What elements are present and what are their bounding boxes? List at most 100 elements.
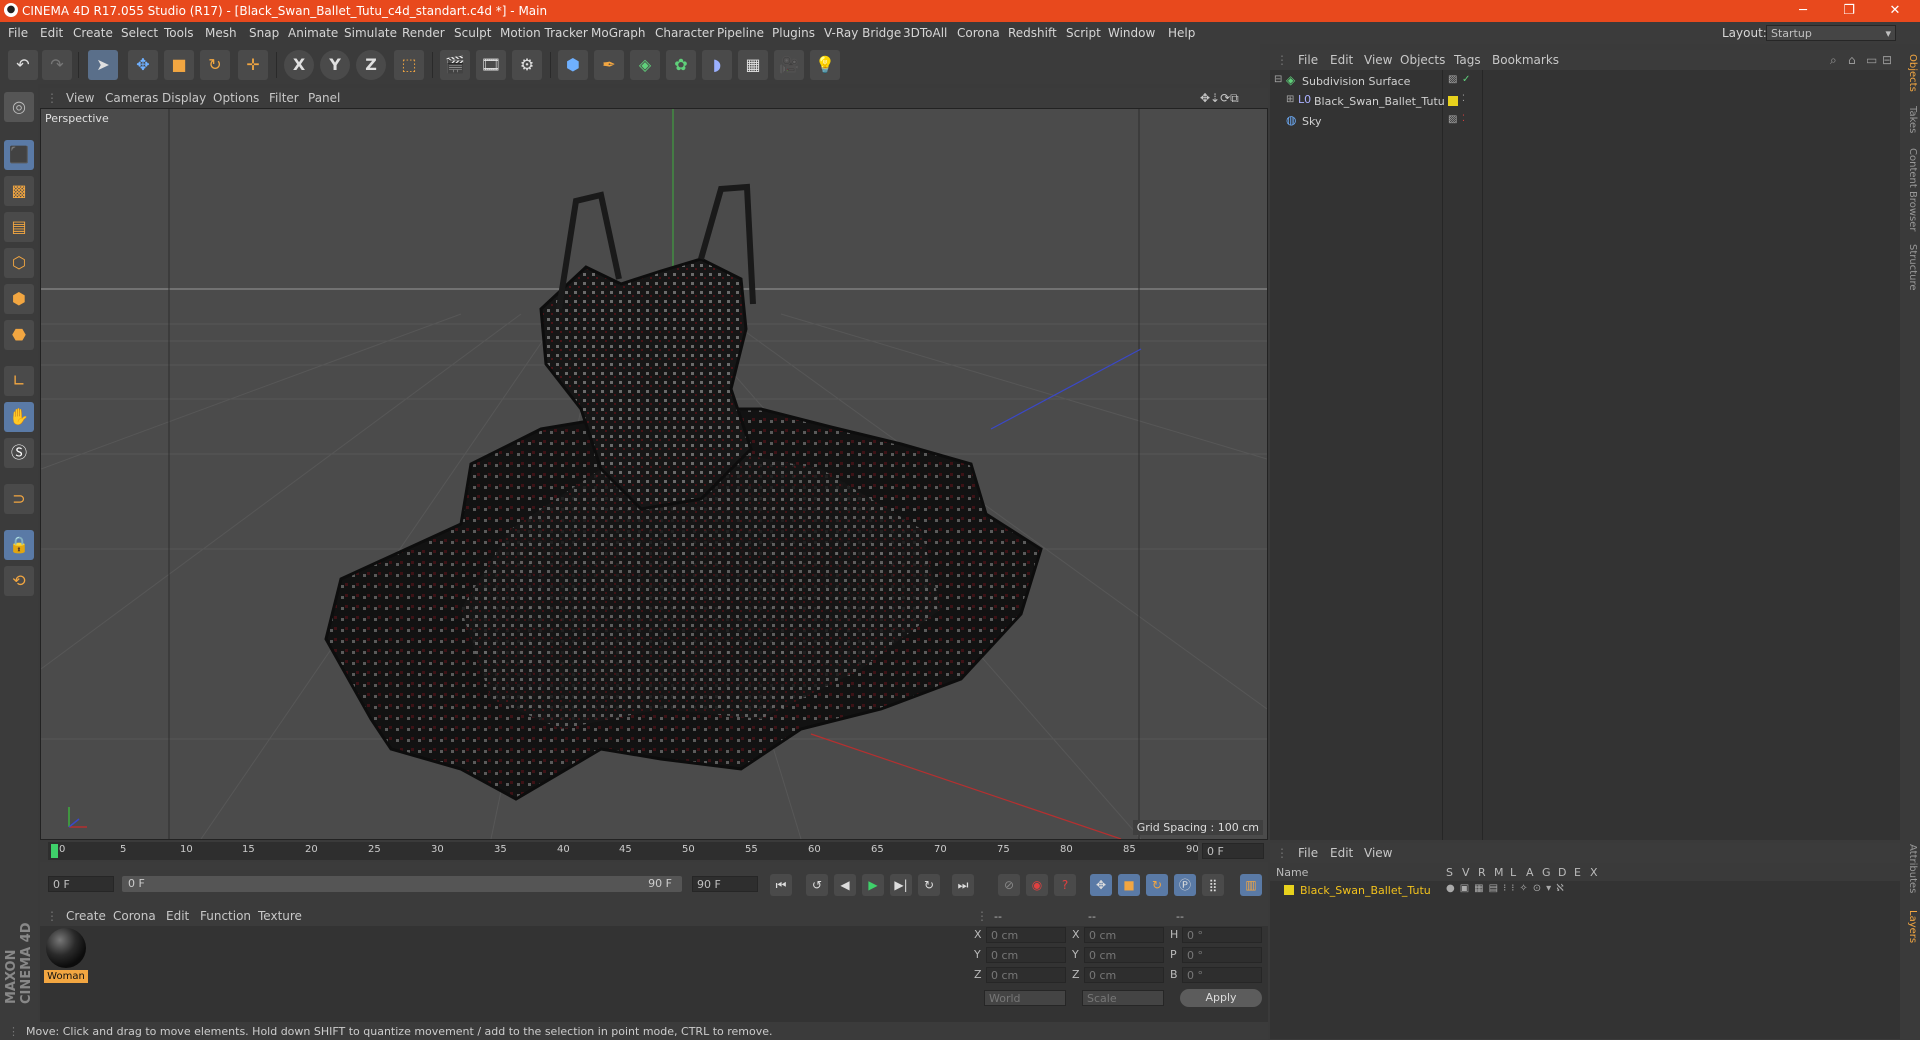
layer-col-r[interactable]: R: [1478, 866, 1486, 879]
layer-row[interactable]: Black_Swan_Ballet_Tutu ●▣▦▤⁝⁝✧⊙▾ℵ: [1270, 881, 1900, 901]
viewport-navigate-icon[interactable]: ✥⇣⟳⧉: [1200, 91, 1239, 106]
model-mode-icon[interactable]: ⬛: [4, 140, 34, 170]
visibility-dots-icon[interactable]: ⁚: [1462, 94, 1465, 104]
restore-button[interactable]: ❐: [1826, 0, 1872, 22]
layer-col-m[interactable]: M: [1494, 866, 1504, 879]
material-swatch-woman[interactable]: Woman: [44, 926, 88, 984]
mat-menu-texture[interactable]: Texture: [258, 909, 302, 923]
tab-content-browser[interactable]: Content Browser: [1902, 148, 1918, 231]
array-icon[interactable]: ✿: [666, 50, 696, 80]
apply-button[interactable]: Apply: [1180, 989, 1262, 1007]
obj-menu-edit[interactable]: Edit: [1330, 53, 1353, 67]
render-picture-viewer-icon[interactable]: 🎞: [476, 50, 506, 80]
panel-menu-icon[interactable]: ⊟: [1882, 53, 1892, 67]
new-window-icon[interactable]: ▭: [1866, 53, 1877, 67]
menu-motion-tracker[interactable]: Motion Tracker: [500, 26, 588, 40]
vp-menu-cameras[interactable]: Cameras: [105, 91, 158, 105]
next-key-icon[interactable]: ↻: [918, 874, 940, 896]
obj-menu-tags[interactable]: Tags: [1454, 53, 1481, 67]
solo-mode-icon[interactable]: Ⓢ: [4, 438, 34, 468]
key-pla-icon[interactable]: ⣿: [1202, 874, 1224, 896]
menu-character[interactable]: Character: [655, 26, 714, 40]
move-icon[interactable]: ✥: [128, 50, 158, 80]
tab-layers[interactable]: Layers: [1902, 910, 1918, 943]
menu-plugins[interactable]: Plugins: [772, 26, 815, 40]
floor-icon[interactable]: ▦: [738, 50, 768, 80]
z-axis-icon[interactable]: Z: [356, 50, 386, 80]
menu-corona[interactable]: Corona: [957, 26, 1000, 40]
next-frame-icon[interactable]: ▶|: [890, 874, 912, 896]
key-rotation-icon[interactable]: ↻: [1146, 874, 1168, 896]
polygons-mode-icon[interactable]: ⬣: [4, 320, 34, 350]
minimize-button[interactable]: ─: [1780, 0, 1826, 22]
vp-menu-options[interactable]: Options: [213, 91, 259, 105]
points-mode-icon[interactable]: ⬡: [4, 248, 34, 278]
layer-col-g[interactable]: G: [1542, 866, 1551, 879]
timeline-ruler[interactable]: 0 5 10 15 20 25 30 35 40 45 50 55 60 65 …: [40, 840, 1268, 862]
redo-icon[interactable]: ↷: [42, 50, 72, 80]
camera-icon[interactable]: 🎥: [774, 50, 804, 80]
menu-mesh[interactable]: Mesh: [205, 26, 237, 40]
layer-col-d[interactable]: D: [1558, 866, 1566, 879]
size-z-field[interactable]: 0 cm: [1084, 967, 1164, 983]
menu-edit[interactable]: Edit: [40, 26, 63, 40]
enabled-check-icon[interactable]: ✓: [1462, 74, 1470, 85]
obj-menu-view[interactable]: View: [1364, 53, 1392, 67]
previous-frame-icon[interactable]: ◀: [834, 874, 856, 896]
menu-help[interactable]: Help: [1168, 26, 1195, 40]
menu-snap[interactable]: Snap: [249, 26, 279, 40]
size-x-field[interactable]: 0 cm: [1084, 927, 1164, 943]
mat-menu-create[interactable]: Create: [66, 909, 106, 923]
coord-mode-world-dropdown[interactable]: World: [984, 990, 1066, 1006]
scale-icon[interactable]: ■: [164, 50, 194, 80]
mat-menu-edit[interactable]: Edit: [166, 909, 189, 923]
perspective-viewport[interactable]: Perspective Grid Spacing : 100 cm: [40, 108, 1268, 840]
coordinate-system-icon[interactable]: ⬚: [394, 50, 424, 80]
obj-menu-bookmarks[interactable]: Bookmarks: [1492, 53, 1559, 67]
locked-workplane-icon[interactable]: 🔒: [4, 530, 34, 560]
rotation-h-field[interactable]: 0 °: [1182, 927, 1262, 943]
make-editable-icon[interactable]: ◎: [4, 92, 34, 122]
obj-menu-file[interactable]: File: [1298, 53, 1318, 67]
vp-menu-filter[interactable]: Filter: [269, 91, 299, 105]
menu-window[interactable]: Window: [1108, 26, 1155, 40]
timeline-window-icon[interactable]: ▥: [1240, 874, 1262, 896]
menu-vray-bridge[interactable]: V-Ray Bridge: [824, 26, 901, 40]
layout-dropdown[interactable]: Startup ▾: [1766, 25, 1896, 41]
render-view-icon[interactable]: 🎬: [440, 50, 470, 80]
previous-key-icon[interactable]: ↺: [806, 874, 828, 896]
menu-tools[interactable]: Tools: [164, 26, 194, 40]
layer-tag-icon[interactable]: ▨: [1448, 74, 1457, 85]
record-keys-off-icon[interactable]: ⊘: [998, 874, 1020, 896]
layer-menu-edit[interactable]: Edit: [1330, 846, 1353, 860]
layer-col-v[interactable]: V: [1462, 866, 1470, 879]
visibility-dots-icon[interactable]: ⁚: [1462, 114, 1465, 124]
object-row[interactable]: ⊞ L0 Black_Swan_Ballet_Tutu ⁚: [1270, 92, 1900, 112]
menu-pipeline[interactable]: Pipeline: [717, 26, 764, 40]
autokey-icon[interactable]: ◉: [1026, 874, 1048, 896]
menu-mograph[interactable]: MoGraph: [591, 26, 646, 40]
layer-tag-icon[interactable]: ▨: [1448, 114, 1457, 125]
tab-attributes[interactable]: Attributes: [1902, 844, 1918, 893]
menu-select[interactable]: Select: [121, 26, 158, 40]
select-pointer-icon[interactable]: ➤: [88, 50, 118, 80]
y-axis-icon[interactable]: Y: [320, 50, 350, 80]
key-parameter-icon[interactable]: Ⓟ: [1174, 874, 1196, 896]
axis-mode-icon[interactable]: ∟: [4, 366, 34, 396]
vp-menu-display[interactable]: Display: [162, 91, 206, 105]
menu-render[interactable]: Render: [402, 26, 445, 40]
playhead[interactable]: [51, 844, 58, 858]
cube-primitive-icon[interactable]: ⬢: [558, 50, 588, 80]
expand-icon[interactable]: ⊞: [1286, 94, 1294, 105]
layer-color-swatch[interactable]: [1284, 885, 1294, 895]
layer-menu-view[interactable]: View: [1364, 846, 1392, 860]
obj-menu-objects[interactable]: Objects: [1400, 53, 1445, 67]
position-x-field[interactable]: 0 cm: [986, 927, 1066, 943]
rotate-icon[interactable]: ↻: [200, 50, 230, 80]
menu-animate[interactable]: Animate: [288, 26, 338, 40]
layer-col-l[interactable]: L: [1510, 866, 1516, 879]
collapse-icon[interactable]: ⊟: [1274, 74, 1282, 85]
close-button[interactable]: ✕: [1872, 0, 1918, 22]
undo-icon[interactable]: ↶: [8, 50, 38, 80]
texture-mode-icon[interactable]: ▩: [4, 176, 34, 206]
